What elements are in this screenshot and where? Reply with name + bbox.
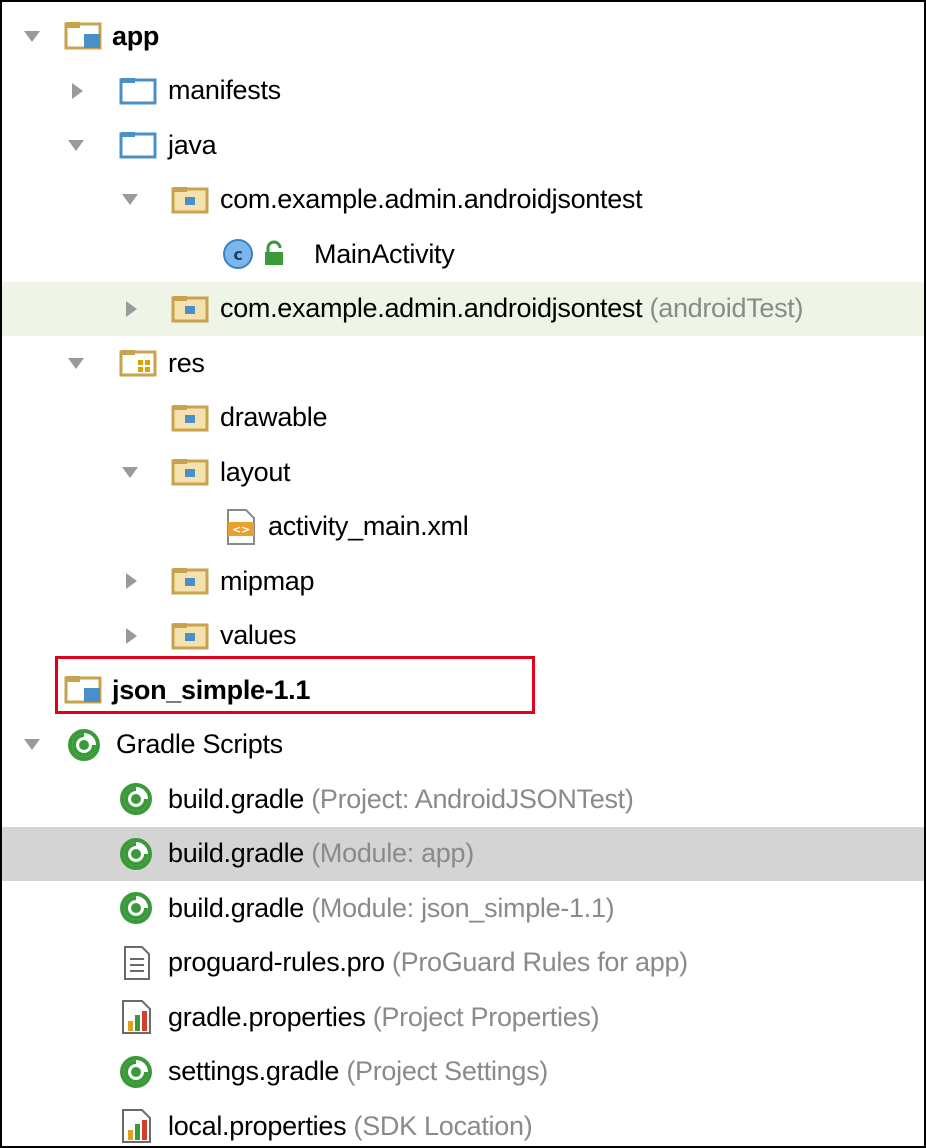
expand-arrow-icon[interactable] bbox=[24, 30, 40, 42]
package-icon bbox=[171, 568, 209, 595]
expand-arrow-icon[interactable] bbox=[68, 357, 84, 369]
node-label: java bbox=[168, 129, 217, 160]
node-label: mipmap bbox=[220, 565, 315, 596]
node-name: build.gradle bbox=[168, 892, 305, 923]
package-icon bbox=[171, 295, 209, 323]
project-tree: app manifests java com.example.admin.and… bbox=[2, 9, 924, 1146]
node-label: drawable bbox=[220, 402, 328, 433]
folder-icon bbox=[119, 77, 157, 105]
node-name: local.properties bbox=[168, 1110, 347, 1141]
text-file-icon bbox=[124, 945, 150, 980]
svg-text:<>: <> bbox=[232, 523, 250, 536]
tree-node-app[interactable]: app bbox=[2, 9, 924, 64]
gradle-icon bbox=[120, 892, 152, 925]
node-suffix: (Project Settings) bbox=[346, 1056, 548, 1087]
tree-node-res[interactable]: res bbox=[2, 336, 924, 391]
node-label: gradle.properties (Project Properties) bbox=[168, 1001, 600, 1033]
xml-file-icon: <> bbox=[227, 508, 255, 545]
node-suffix: (Project: AndroidJSONTest) bbox=[311, 783, 634, 814]
tree-node-values[interactable]: values bbox=[2, 609, 924, 664]
node-name: settings.gradle bbox=[168, 1056, 340, 1087]
node-suffix: (SDK Location) bbox=[353, 1110, 533, 1141]
node-label: values bbox=[220, 620, 297, 651]
node-name: proguard-rules.pro bbox=[168, 947, 385, 978]
tree-node-gradle-scripts[interactable]: Gradle Scripts bbox=[2, 718, 924, 773]
module-folder-icon bbox=[64, 22, 102, 50]
expand-arrow-icon[interactable] bbox=[68, 139, 84, 151]
tree-node-mipmap[interactable]: mipmap bbox=[2, 554, 924, 609]
tree-node-build-gradle-json[interactable]: build.gradle (Module: json_simple-1.1) bbox=[2, 881, 924, 936]
properties-file-icon bbox=[122, 1109, 151, 1144]
folder-icon bbox=[119, 132, 157, 159]
unlock-icon bbox=[265, 240, 283, 266]
expand-arrow-icon[interactable] bbox=[72, 82, 83, 99]
node-name: build.gradle bbox=[168, 783, 305, 814]
node-label: local.properties (SDK Location) bbox=[168, 1110, 533, 1142]
node-label: app bbox=[112, 20, 160, 51]
node-label: proguard-rules.pro (ProGuard Rules for a… bbox=[168, 947, 688, 978]
node-name: build.gradle bbox=[168, 838, 305, 869]
tree-node-package-test[interactable]: com.example.admin.androidjsontest (andro… bbox=[2, 281, 924, 336]
gradle-icon bbox=[68, 728, 100, 761]
node-label: settings.gradle (Project Settings) bbox=[168, 1056, 548, 1087]
node-suffix: (Module: json_simple-1.1) bbox=[311, 892, 615, 923]
node-suffix: (androidTest) bbox=[649, 293, 804, 324]
node-label: res bbox=[168, 347, 205, 378]
expand-arrow-icon[interactable] bbox=[126, 300, 137, 317]
node-label: com.example.admin.androidjsontest (andro… bbox=[220, 293, 804, 324]
expand-arrow-icon[interactable] bbox=[126, 627, 137, 644]
tree-node-java[interactable]: java bbox=[2, 118, 924, 173]
tree-node-activity-main[interactable]: <> activity_main.xml bbox=[2, 500, 924, 555]
node-label: layout bbox=[220, 456, 291, 487]
node-label: MainActivity bbox=[314, 238, 455, 269]
expand-arrow-icon[interactable] bbox=[122, 194, 138, 206]
class-icon: c bbox=[223, 239, 253, 270]
annotation-highlight-box bbox=[55, 656, 535, 714]
svg-text:c: c bbox=[233, 245, 242, 264]
properties-file-icon bbox=[122, 1000, 151, 1035]
tree-node-main-activity[interactable]: c MainActivity bbox=[2, 227, 924, 282]
node-suffix: (ProGuard Rules for app) bbox=[391, 947, 688, 978]
node-label: build.gradle (Module: app) bbox=[168, 838, 474, 869]
expand-arrow-icon[interactable] bbox=[122, 466, 138, 478]
node-label: activity_main.xml bbox=[268, 511, 469, 542]
tree-node-gradle-properties[interactable]: gradle.properties (Project Properties) bbox=[2, 990, 924, 1045]
node-label: com.example.admin.androidjsontest bbox=[220, 184, 643, 215]
tree-node-package-main[interactable]: com.example.admin.androidjsontest bbox=[2, 173, 924, 228]
node-label: build.gradle (Module: json_simple-1.1) bbox=[168, 892, 615, 924]
node-label: manifests bbox=[168, 75, 281, 106]
node-name: com.example.admin.androidjsontest bbox=[220, 293, 643, 324]
package-icon bbox=[171, 404, 209, 432]
tree-node-build-gradle-app[interactable]: build.gradle (Module: app) bbox=[2, 826, 924, 881]
tree-node-proguard[interactable]: proguard-rules.pro (ProGuard Rules for a… bbox=[2, 936, 924, 991]
tree-node-local-properties[interactable]: local.properties (SDK Location) bbox=[2, 1099, 924, 1146]
expand-arrow-icon[interactable] bbox=[126, 573, 137, 590]
node-label: build.gradle (Project: AndroidJSONTest) bbox=[168, 784, 634, 815]
package-icon bbox=[171, 186, 209, 214]
node-suffix: (Project Properties) bbox=[372, 1001, 600, 1032]
package-icon bbox=[171, 459, 209, 486]
node-suffix: (Module: app) bbox=[311, 838, 474, 869]
expand-arrow-icon[interactable] bbox=[24, 739, 40, 751]
package-icon bbox=[171, 622, 209, 650]
node-name: gradle.properties bbox=[168, 1001, 366, 1032]
gradle-icon bbox=[120, 1055, 152, 1088]
gradle-icon bbox=[120, 837, 152, 870]
tree-node-settings-gradle[interactable]: settings.gradle (Project Settings) bbox=[2, 1045, 924, 1100]
tree-node-layout[interactable]: layout bbox=[2, 445, 924, 500]
node-label: Gradle Scripts bbox=[116, 729, 283, 760]
tree-node-drawable[interactable]: drawable bbox=[2, 391, 924, 446]
project-panel: app manifests java com.example.admin.and… bbox=[0, 0, 926, 1148]
tree-node-build-gradle-project[interactable]: build.gradle (Project: AndroidJSONTest) bbox=[2, 772, 924, 827]
tree-node-manifests[interactable]: manifests bbox=[2, 64, 924, 119]
gradle-icon bbox=[120, 783, 152, 816]
resource-folder-icon bbox=[119, 350, 157, 377]
